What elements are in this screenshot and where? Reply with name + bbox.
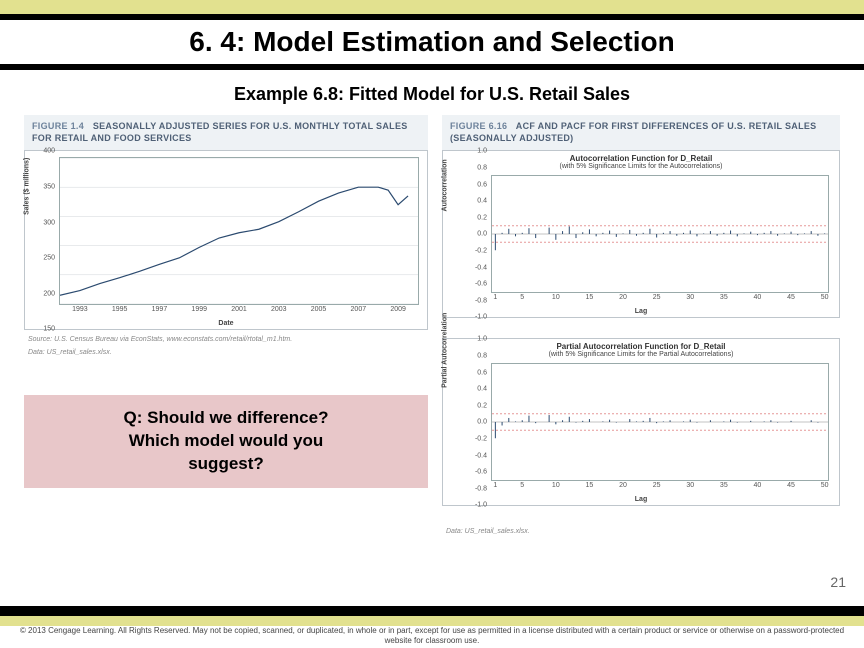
page-title: 6. 4: Model Estimation and Selection <box>0 26 864 58</box>
x-ticks: 199319951997199920012003200520072009 <box>60 306 418 318</box>
question-line: Which model would you <box>38 430 414 453</box>
acf-chart: Autocorrelation Function for D_Retail (w… <box>442 150 840 318</box>
question-box: Q: Should we difference? Which model wou… <box>24 395 428 488</box>
plot-area: 199319951997199920012003200520072009 <box>59 157 419 305</box>
source-note-3: Data: US_retail_sales.xlsx. <box>442 526 840 538</box>
x-ticks: 15101520253035404550 <box>492 482 828 494</box>
x-axis-label: Lag <box>635 496 647 503</box>
question-line: suggest? <box>38 453 414 476</box>
x-ticks: 15101520253035404550 <box>492 294 828 306</box>
x-axis-label: Lag <box>635 308 647 315</box>
footer-black-bar <box>0 606 864 616</box>
content-row: FIGURE 1.4 SEASONALLY ADJUSTED SERIES FO… <box>0 115 864 539</box>
figure-6-16-caption-box: FIGURE 6.16 ACF AND PACF FOR FIRST DIFFE… <box>442 115 840 150</box>
y-ticks: -1.0-0.8-0.6-0.4-0.20.00.20.40.60.81.0 <box>443 151 489 317</box>
acf-subtitle: (with 5% Significance Limits for the Aut… <box>443 163 839 170</box>
right-column: FIGURE 6.16 ACF AND PACF FOR FIRST DIFFE… <box>442 115 840 539</box>
figure-caption: SEASONALLY ADJUSTED SERIES FOR U.S. MONT… <box>32 121 408 143</box>
left-column: FIGURE 1.4 SEASONALLY ADJUSTED SERIES FO… <box>24 115 428 488</box>
source-note-1: Source: U.S. Census Bureau via EconStats… <box>24 334 428 346</box>
y-ticks: -1.0-0.8-0.6-0.4-0.20.00.20.40.60.81.0 <box>443 339 489 505</box>
title-bar: 6. 4: Model Estimation and Selection <box>0 14 864 70</box>
top-strip <box>0 0 864 14</box>
plot-area: 15101520253035404550 <box>491 175 829 293</box>
figure-number: FIGURE 1.4 <box>32 121 84 131</box>
y-ticks: 150200250300350400 <box>25 151 57 329</box>
x-axis-label: Date <box>218 320 233 327</box>
source-note-2: Data: US_retail_sales.xlsx. <box>24 347 428 359</box>
plot-area: 15101520253035404550 <box>491 363 829 481</box>
question-line: Q: Should we difference? <box>38 407 414 430</box>
figure-number: FIGURE 6.16 <box>450 121 507 131</box>
retail-sales-line-chart: Sales ($ millions) 150200250300350400 19… <box>24 150 428 330</box>
example-subtitle: Example 6.8: Fitted Model for U.S. Retai… <box>0 84 864 105</box>
pacf-chart: Partial Autocorrelation Function for D_R… <box>442 338 840 506</box>
copyright-text: © 2013 Cengage Learning. All Rights Rese… <box>0 624 864 648</box>
acf-title: Autocorrelation Function for D_Retail <box>443 151 839 163</box>
pacf-title: Partial Autocorrelation Function for D_R… <box>443 339 839 351</box>
page-number: 21 <box>830 574 846 590</box>
pacf-subtitle: (with 5% Significance Limits for the Par… <box>443 351 839 358</box>
figure-1-4-caption-box: FIGURE 1.4 SEASONALLY ADJUSTED SERIES FO… <box>24 115 428 150</box>
